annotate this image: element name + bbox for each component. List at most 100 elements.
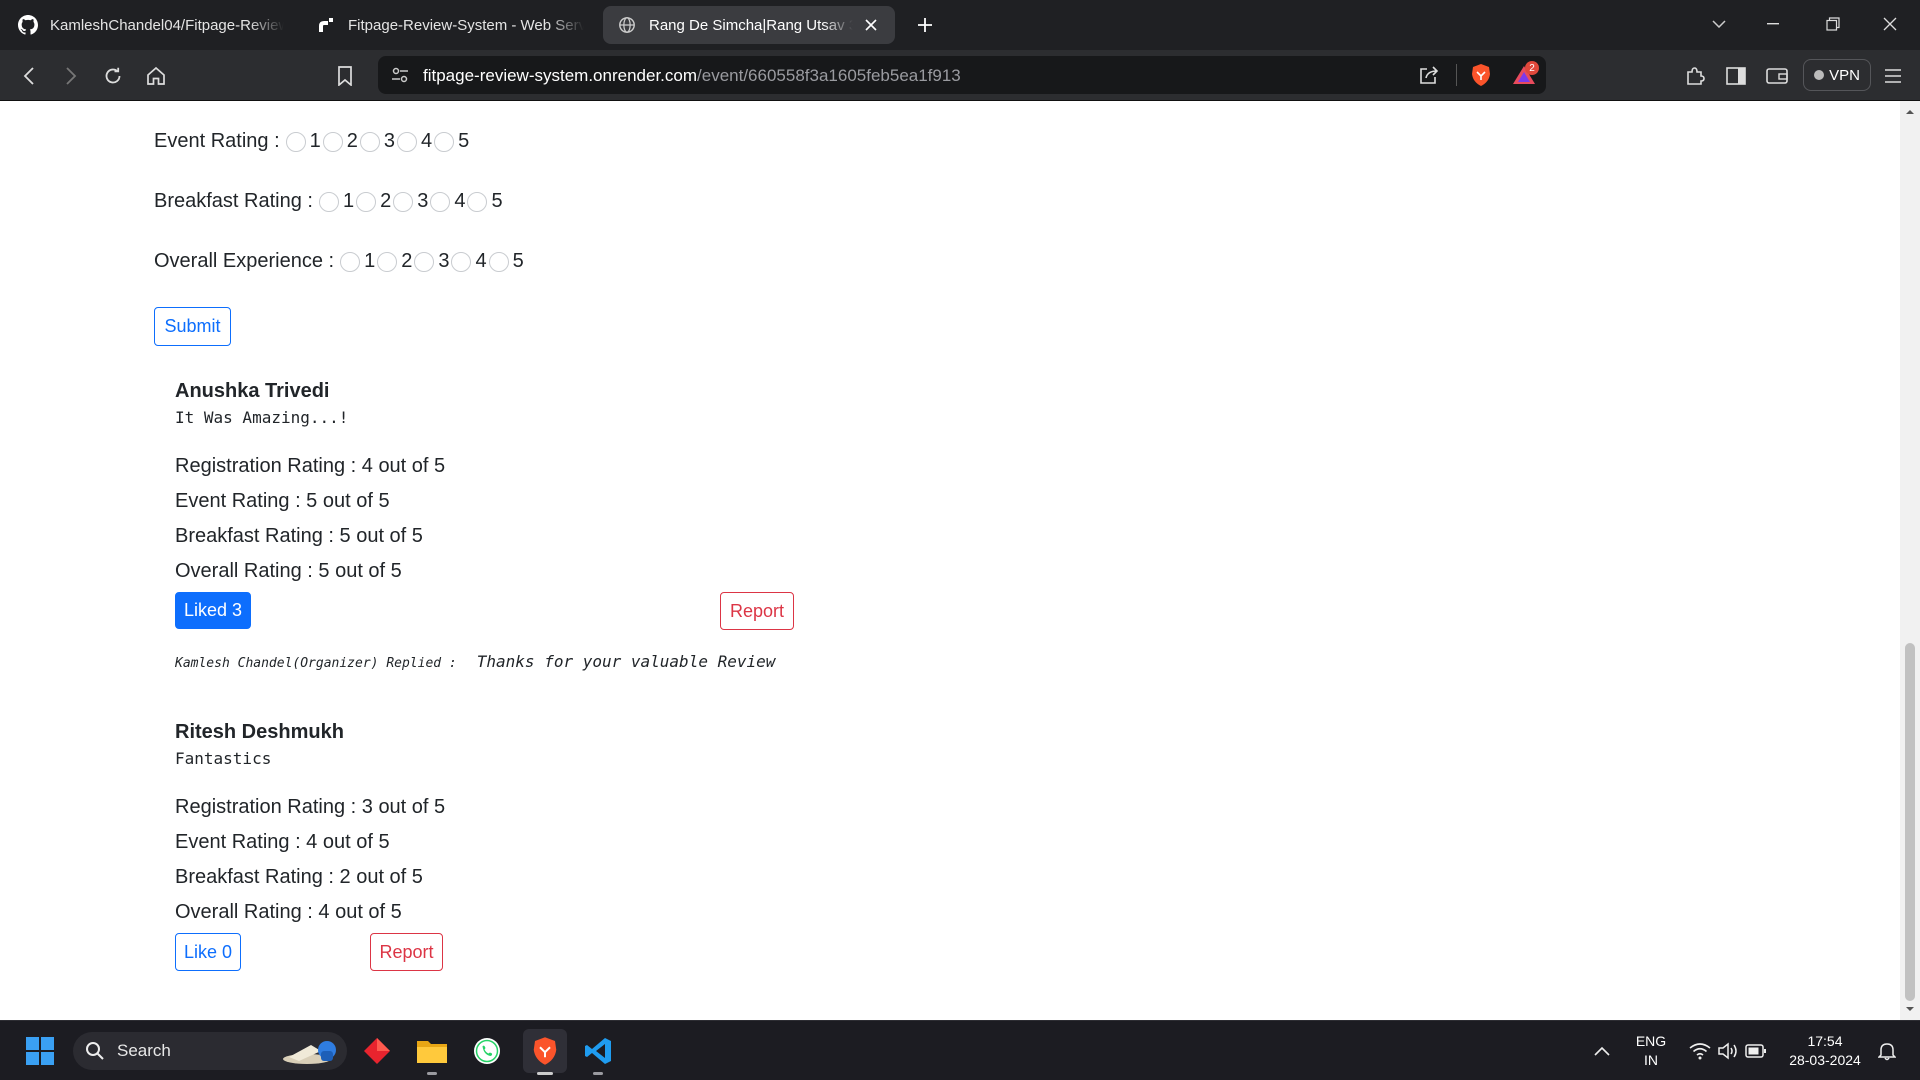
address-bar[interactable]: fitpage-review-system.onrender.com/event… xyxy=(378,56,1546,94)
app-icon-red[interactable] xyxy=(359,1033,395,1069)
sidebar-button[interactable] xyxy=(1722,62,1750,90)
tab-github[interactable]: KamleshChandel04/Fitpage-Review-System xyxy=(4,6,298,44)
brave-rewards-icon[interactable]: 2 xyxy=(1512,61,1539,90)
close-tab-icon[interactable] xyxy=(861,15,881,35)
option-label: 5 xyxy=(491,190,503,212)
scroll-down-icon[interactable] xyxy=(1905,1004,1915,1014)
overall-experience-label: Overall Experience : xyxy=(154,250,335,272)
whatsapp-button[interactable] xyxy=(469,1033,505,1069)
option-label: 4 xyxy=(421,130,433,152)
minimize-button[interactable] xyxy=(1751,6,1795,42)
url-path: /event/660558f3a1605feb5ea1f913 xyxy=(697,66,961,85)
region-code: IN xyxy=(1644,1052,1658,1068)
hamburger-icon xyxy=(1885,69,1901,83)
breakfast-rating-radio-2[interactable] xyxy=(356,191,377,212)
reload-button[interactable] xyxy=(99,62,127,90)
tab-rang-de-simcha[interactable]: Rang De Simcha|Rang Utsav 3.0 xyxy=(603,6,895,44)
search-highlight-icon xyxy=(281,1037,339,1070)
like-button[interactable]: Liked 3 xyxy=(175,592,251,629)
option-label: 2 xyxy=(380,190,392,212)
tab-label: Fitpage-Review-System - Web Service xyxy=(348,16,584,34)
site-info-icon[interactable] xyxy=(390,65,410,90)
tab-label: KamleshChandel04/Fitpage-Review-System xyxy=(50,16,284,34)
vscode-button[interactable] xyxy=(580,1033,616,1075)
reply-author: Kamlesh Chandel(Organizer) Replied : xyxy=(175,656,457,671)
clock[interactable]: 17:54 28-03-2024 xyxy=(1776,1032,1874,1070)
vpn-button[interactable]: VPN xyxy=(1803,59,1871,91)
wallet-icon xyxy=(1766,68,1788,84)
browser-tab-bar: KamleshChandel04/Fitpage-Review-System F… xyxy=(0,0,1920,50)
event-rating-radio-3[interactable] xyxy=(359,131,380,152)
home-icon xyxy=(147,66,165,85)
tab-render[interactable]: Fitpage-Review-System - Web Service xyxy=(302,6,598,44)
forward-button[interactable] xyxy=(57,62,85,90)
organizer-reply: Kamlesh Chandel(Organizer) Replied : Tha… xyxy=(175,652,775,671)
option-label: 4 xyxy=(454,190,466,212)
option-label: 2 xyxy=(346,130,358,152)
taskbar-search[interactable]: Search xyxy=(73,1032,347,1070)
plus-icon xyxy=(918,18,932,32)
battery-icon xyxy=(1745,1044,1766,1058)
tab-search-button[interactable] xyxy=(1697,6,1741,42)
overall-experience-radio-5[interactable] xyxy=(488,251,509,272)
brave-icon xyxy=(533,1037,557,1065)
wallet-button[interactable] xyxy=(1763,62,1791,90)
running-indicator xyxy=(537,1072,553,1075)
event-rating-radio-4[interactable] xyxy=(397,131,417,152)
bookmark-icon xyxy=(338,66,352,86)
overall-experience-radio-4[interactable] xyxy=(451,251,472,272)
language-indicator[interactable]: ENG IN xyxy=(1626,1032,1676,1070)
close-window-button[interactable] xyxy=(1868,6,1912,42)
file-explorer-button[interactable] xyxy=(414,1033,450,1075)
whatsapp-icon xyxy=(474,1038,500,1064)
scrollbar-thumb[interactable] xyxy=(1905,643,1915,1001)
report-button[interactable]: Report xyxy=(370,933,443,971)
new-tab-button[interactable] xyxy=(912,12,938,38)
restore-button[interactable] xyxy=(1811,6,1855,42)
brave-browser-button[interactable] xyxy=(523,1029,567,1075)
event-rating-radio-5[interactable] xyxy=(434,131,455,152)
globe-icon xyxy=(617,15,637,35)
system-status-button[interactable] xyxy=(1680,1033,1776,1069)
chevron-down-icon xyxy=(1712,20,1726,28)
show-hidden-icons-button[interactable] xyxy=(1584,1033,1620,1069)
overall-experience-radio-2[interactable] xyxy=(377,251,398,272)
close-icon xyxy=(1883,17,1897,31)
like-button[interactable]: Like 0 xyxy=(175,933,241,971)
extensions-button[interactable] xyxy=(1681,62,1709,90)
start-button[interactable] xyxy=(22,1033,58,1069)
notification-badge: 2 xyxy=(1525,61,1539,75)
scroll-up-icon[interactable] xyxy=(1905,107,1915,117)
brave-shields-icon[interactable] xyxy=(1470,63,1492,92)
submit-button[interactable]: Submit xyxy=(154,307,231,346)
clock-time: 17:54 xyxy=(1807,1033,1843,1049)
option-label: 4 xyxy=(475,250,487,272)
breakfast-rating-text: Breakfast Rating : 2 out of 5 xyxy=(175,866,423,888)
overall-experience-radio-1[interactable] xyxy=(340,251,361,272)
bookmark-button[interactable] xyxy=(331,62,359,90)
arrow-left-icon xyxy=(23,67,34,85)
page-scrollbar[interactable] xyxy=(1900,101,1920,1020)
reload-icon xyxy=(105,67,121,84)
breakfast-rating-radio-1[interactable] xyxy=(318,191,339,212)
restore-icon xyxy=(1826,17,1840,31)
notifications-button[interactable] xyxy=(1872,1033,1902,1069)
event-rating-row: Event Rating : 1 2 3 4 5 xyxy=(154,130,469,153)
report-button[interactable]: Report xyxy=(720,592,794,630)
reply-text: Thanks for your valuable Review xyxy=(476,652,776,671)
running-indicator xyxy=(593,1072,603,1075)
breakfast-rating-radio-4[interactable] xyxy=(430,191,451,212)
share-icon[interactable] xyxy=(1419,65,1441,90)
event-rating-radio-2[interactable] xyxy=(322,131,343,152)
menu-button[interactable] xyxy=(1879,62,1907,90)
overall-experience-radio-3[interactable] xyxy=(414,251,435,272)
home-button[interactable] xyxy=(142,62,170,90)
breakfast-rating-radio-5[interactable] xyxy=(467,191,488,212)
back-button[interactable] xyxy=(15,62,43,90)
event-rating-radio-1[interactable] xyxy=(285,131,306,152)
volume-icon xyxy=(1718,1042,1737,1060)
breakfast-rating-radio-3[interactable] xyxy=(393,191,414,212)
reviewer-name: Anushka Trivedi xyxy=(175,380,330,402)
event-rating-text: Event Rating : 5 out of 5 xyxy=(175,490,390,512)
option-label: 1 xyxy=(342,190,355,212)
